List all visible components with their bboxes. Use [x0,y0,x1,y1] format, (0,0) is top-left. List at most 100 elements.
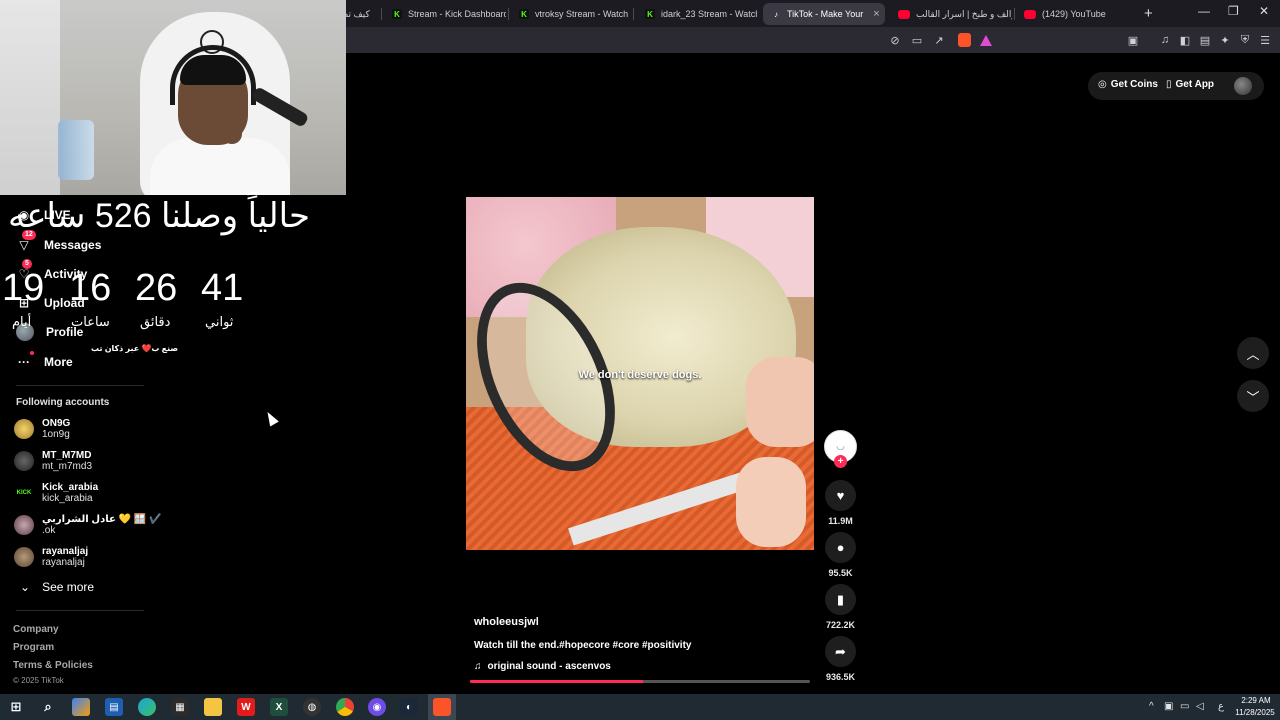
following-account[interactable]: rayanaljaj rayanaljaj [14,543,88,571]
volume-icon[interactable]: ◁ [1196,701,1204,712]
get-app-button[interactable]: ▯ Get App [1166,79,1214,90]
tab-idark[interactable]: K idark_23 Stream - Watch L [637,3,757,25]
copilot-icon[interactable] [72,698,90,716]
kick-icon: K [392,9,402,19]
tab-title: vtroksy Stream - Watch Li [535,9,631,19]
search-icon[interactable]: ⌕ [39,698,57,716]
discord-icon[interactable]: ◉ [368,698,386,716]
youtube-icon [1024,9,1036,19]
close-tab-icon[interactable]: × [873,8,879,20]
store-icon[interactable]: ▦ [171,698,189,716]
see-more-button[interactable]: ⌄ See more [20,580,94,594]
tab-vtroksy[interactable]: K vtroksy Stream - Watch Li [511,3,631,25]
clock-date[interactable]: 11/28/2025 [1234,708,1276,717]
video-sound[interactable]: ♫ original sound - ascenvos [474,661,611,672]
heart-icon: ♥ [836,488,845,503]
countdown-minutes-label: دقائق [140,314,171,329]
wps-icon[interactable]: W [237,698,255,716]
share-arrow-icon: ➦ [835,643,846,659]
video-caption: We don't deserve dogs. [578,369,702,381]
network-icon[interactable]: ▭ [1180,701,1189,712]
minimize-button[interactable]: — [1198,4,1210,18]
countdown-minutes: 26 [135,267,178,309]
sound-label: original sound - ascenvos [487,661,611,672]
chrome-icon[interactable] [336,698,354,716]
comment-button[interactable]: ● [825,532,856,563]
brave-rewards-icon[interactable] [980,35,992,46]
sidebar-toggle-icon[interactable]: ◧ [1178,33,1192,47]
account-avatar [14,515,34,535]
leo-ai-icon[interactable]: ✦ [1218,33,1232,47]
tab-youtube[interactable]: (1429) YouTube [1016,3,1138,25]
countdown-hours: 16 [69,267,112,309]
like-button[interactable]: ♥ [825,480,856,511]
input-language[interactable]: ع [1218,701,1224,712]
get-coins-button[interactable]: ◎ Get Coins [1098,79,1158,90]
steam-icon[interactable]: ◐ [400,698,418,716]
sidebar-panel-icon[interactable]: ▣ [1126,33,1140,47]
brave-shields-icon[interactable] [958,33,971,47]
windows-start-icon[interactable]: ⊞ [7,698,25,716]
sidebar-item-more[interactable]: ··· More [16,351,73,373]
close-window-button[interactable]: ✕ [1259,4,1269,18]
obs-icon[interactable]: ◍ [303,698,321,716]
outlook-icon[interactable]: ▤ [105,698,123,716]
video-description: Watch till the end.#hopecore #core #posi… [474,640,692,651]
previous-video-button[interactable]: ︿ [1237,337,1269,369]
share-icon[interactable]: ↗ [932,33,946,47]
brave-taskbar-icon[interactable] [433,698,451,716]
tab-youtube-cooking[interactable]: سوالف و طبخ | اسرار القالب [890,3,1012,25]
following-account[interactable]: MT_M7MD mt_m7md3 [14,447,92,475]
tiktok-icon: ♪ [774,9,778,19]
tray-chevron-icon[interactable]: ^ [1149,701,1154,712]
menu-icon[interactable]: ☰ [1258,33,1272,47]
account-avatar [14,547,34,567]
footer-company-link[interactable]: Company [13,624,59,635]
media-icon[interactable]: ♫ [1158,33,1172,47]
webcam-overlay [0,0,346,195]
bookmark-icon: ▮ [836,591,845,607]
excel-icon[interactable]: X [270,698,288,716]
chevron-up-icon: ︿ [1246,346,1260,362]
footer-program-link[interactable]: Program [13,642,54,653]
account-avatar [14,451,34,471]
windows-taskbar: ⊞ ⌕ ▤ ▦ W X ◍ ◉ ◐ ^ ▣ ▭ ◁ ع [0,694,1280,720]
tab-title: سوالف و طبخ | اسرار القالب [916,8,1012,19]
video-progress-bar[interactable] [470,680,810,683]
next-video-button[interactable]: ﹀ [1237,380,1269,412]
tab-title: (1429) YouTube [1042,9,1106,19]
header-profile-avatar[interactable] [1234,77,1252,95]
share-button[interactable]: ➦ [825,636,856,667]
tab-tiktok[interactable]: ♪ TikTok - Make Your × [763,3,885,25]
get-app-label: Get App [1175,79,1215,90]
video-player[interactable]: We don't deserve dogs. [466,197,814,550]
restore-button[interactable]: ❐ [1228,4,1239,18]
edge-icon[interactable] [138,698,156,716]
countdown-seconds: 41 [201,267,244,309]
following-accounts-title: Following accounts [16,397,110,408]
footer-terms-link[interactable]: Terms & Policies [13,660,93,671]
account-name: Kick_arabia [42,482,99,493]
tray-app-icon[interactable]: ▣ [1164,701,1173,712]
tab-title: Stream - Kick Dashboard [408,9,506,19]
follow-button[interactable]: + [834,455,847,468]
vpn-icon[interactable]: ⛨ [1238,33,1252,47]
following-account[interactable]: ON9G 1on9g [14,415,70,443]
tab-kick-dashboard[interactable]: K Stream - Kick Dashboard [384,3,506,25]
following-account[interactable]: عادل الشراربي 💛 🪟 ✔️ .ok [14,511,162,539]
file-explorer-icon[interactable] [204,698,222,716]
copyright: © 2025 TikTok [13,676,64,685]
wallet-icon[interactable]: ▤ [1198,33,1212,47]
chevron-down-icon: ﹀ [1246,389,1260,405]
cast-icon[interactable]: ▭ [910,33,924,47]
clock-time[interactable]: 2:29 AM [1238,696,1274,705]
sidebar-item-messages[interactable]: ▽ 12 Messages [16,230,101,256]
like-count: 11.9M [828,516,853,526]
new-tab-button[interactable]: + [1144,5,1153,22]
video-author[interactable]: wholeeusjwl [474,616,539,628]
translate-off-icon[interactable]: ⊘ [888,33,902,47]
following-account[interactable]: KICK Kick_arabia kick_arabia [14,479,98,507]
save-button[interactable]: ▮ [825,584,856,615]
countdown-days-label: أيام [12,314,32,329]
coin-icon: ◎ [1098,79,1107,90]
